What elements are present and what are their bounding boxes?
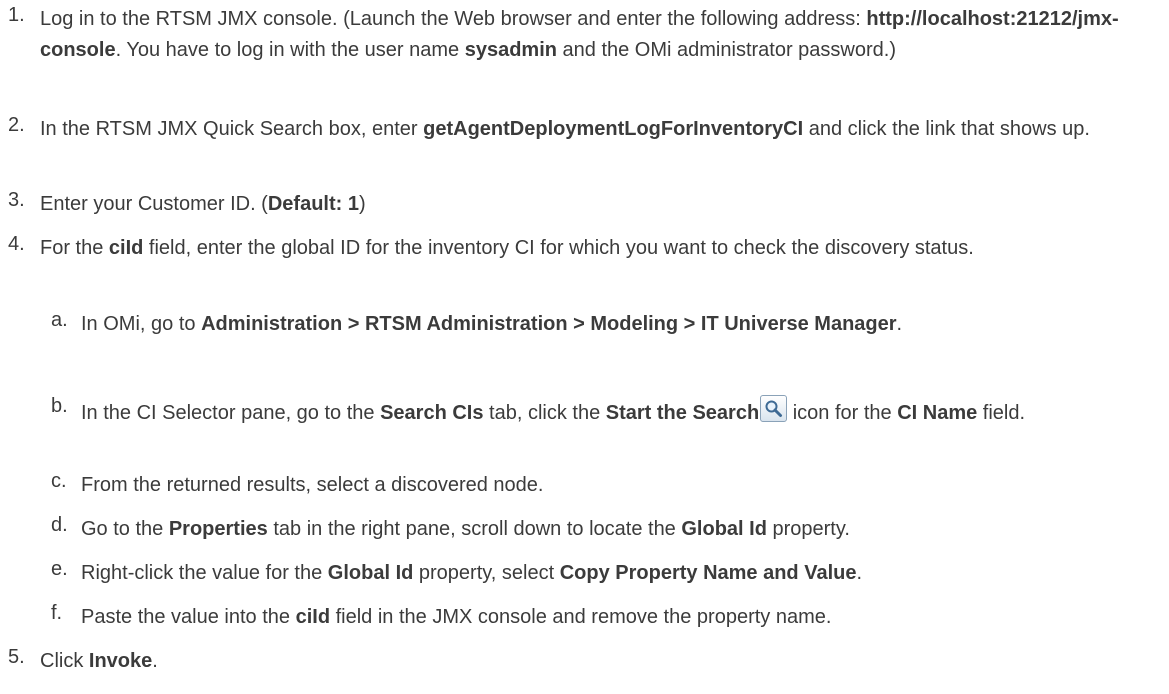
step-text: Click Invoke.	[40, 650, 158, 672]
field-name: ciId	[108, 237, 144, 259]
substep-text: In the CI Selector pane, go to the Searc…	[81, 395, 1160, 429]
field-name: ciId	[295, 606, 331, 628]
substep-letter: f.	[51, 602, 63, 624]
procedure-document: 1. Log in to the RTSM JMX console. (Laun…	[0, 0, 1169, 694]
step-number: 5.	[8, 646, 25, 668]
substep-text: From the returned results, select a disc…	[81, 474, 544, 496]
step-number: 2.	[8, 114, 25, 136]
magnifier-search-icon	[760, 395, 788, 422]
substep-text: Right-click the value for the Global Id …	[81, 562, 863, 584]
button-name: Invoke	[88, 650, 153, 672]
menu-path: Administration > RTSM Administration > M…	[201, 313, 897, 335]
property-name: Global Id	[327, 562, 414, 584]
step-number: 3.	[8, 189, 25, 211]
substep-letter: e.	[51, 558, 68, 580]
substep-letter: c.	[51, 470, 67, 492]
search-term: getAgentDeploymentLogForInventoryCI	[423, 118, 804, 140]
user-name: sysadmin	[464, 39, 557, 61]
button-name: Start the Search	[605, 402, 760, 424]
tab-name: Search CIs	[380, 402, 484, 424]
substep-text: Paste the value into the ciId field in t…	[81, 606, 832, 628]
step-text: Log in to the RTSM JMX console. (Launch …	[40, 8, 1119, 61]
tab-name: Properties	[168, 518, 268, 540]
substep-text: In OMi, go to Administration > RTSM Admi…	[81, 313, 903, 335]
field-name: CI Name	[897, 402, 978, 424]
default-value: Default: 1	[267, 193, 359, 215]
step-number: 4.	[8, 233, 25, 255]
substep-letter: d.	[51, 514, 68, 536]
step-number: 1.	[8, 4, 25, 26]
step-text: For the ciId field, enter the global ID …	[40, 237, 974, 259]
step-text: Enter your Customer ID. (Default: 1)	[40, 193, 366, 215]
step-text: In the RTSM JMX Quick Search box, enter …	[40, 118, 1090, 140]
property-name: Global Id	[681, 518, 767, 540]
substep-letter: a.	[51, 309, 68, 331]
substep-text: Go to the Properties tab in the right pa…	[81, 518, 850, 540]
menu-command: Copy Property Name and Value	[559, 562, 857, 584]
substep-letter: b.	[51, 395, 68, 417]
